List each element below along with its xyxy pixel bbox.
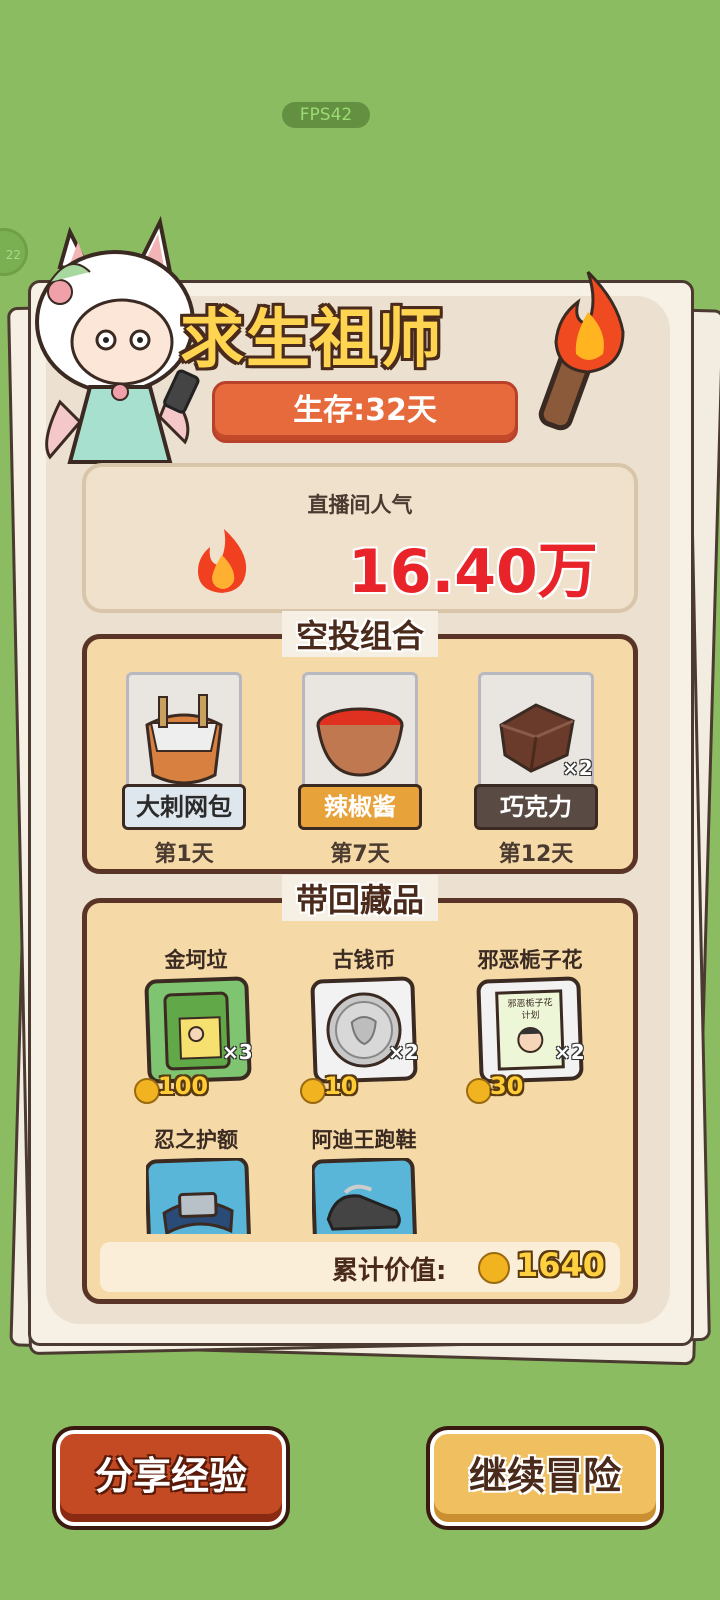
sneaker-icon: [326, 1184, 401, 1231]
collection-item-value: 100: [158, 1072, 209, 1100]
fps-counter: FPS42: [282, 102, 370, 128]
airdrop-day: 第12天: [498, 842, 574, 867]
popularity-panel: 直播间人气 16.40万: [82, 463, 638, 613]
collection-count: ×2: [388, 1040, 419, 1064]
total-value-bar: 累计价值: 1640: [100, 1242, 620, 1292]
fire-icon: [198, 529, 247, 593]
collection-item-name: 古钱币: [332, 948, 396, 972]
collection-item-card[interactable]: [310, 976, 418, 1084]
coin-icon: [134, 1078, 160, 1104]
coin-icon: [466, 1078, 492, 1104]
collection-item-card[interactable]: [146, 1158, 252, 1234]
fertilizer-bag-icon: [163, 991, 231, 1071]
airdrop-day: 第7天: [330, 842, 390, 867]
total-value-label: 累计价值:: [332, 1256, 447, 1286]
popularity-label: 直播间人气: [307, 493, 413, 517]
airdrop-title: 空投组合: [281, 611, 439, 657]
collection-item-name: 邪恶栀子花: [477, 948, 583, 972]
collection-item-name: 忍之护额: [154, 1128, 238, 1152]
collection-item-name: 金坷垃: [164, 948, 228, 972]
airdrop-item-card[interactable]: [302, 672, 418, 798]
collection-item-card[interactable]: [144, 976, 252, 1084]
survival-days-badge: 生存:32天: [212, 381, 518, 443]
net-bag-icon: [145, 694, 223, 785]
collection-count: ×2: [554, 1040, 585, 1064]
collection-title: 带回藏品: [281, 875, 439, 921]
airdrop-item-label: 辣椒酱: [298, 784, 422, 830]
torch-icon: [538, 270, 625, 431]
collection-item-clip: [146, 1158, 256, 1234]
ninja-headband-icon: [162, 1191, 234, 1234]
collection-count: ×3: [222, 1040, 253, 1064]
airdrop-item-card[interactable]: [126, 672, 242, 798]
collection-item-card[interactable]: [312, 1158, 418, 1234]
ancient-coin-icon: [326, 992, 402, 1068]
airdrop-day: 第1天: [154, 842, 214, 867]
chili-sauce-icon: [316, 707, 404, 777]
continue-adventure-button[interactable]: 继续冒险: [430, 1430, 660, 1526]
total-value: 1640: [516, 1246, 606, 1284]
popularity-value: 16.40万: [348, 537, 598, 607]
collection-item-card[interactable]: 邪恶栀子花 计划: [476, 976, 584, 1084]
airdrop-count: ×2: [562, 756, 593, 780]
coin-icon: [300, 1078, 326, 1104]
evil-plan-book-text: 计划: [521, 1010, 540, 1022]
page-title: 求生祖师: [180, 303, 444, 377]
collection-item-value: 30: [490, 1072, 524, 1100]
share-experience-button[interactable]: 分享经验: [56, 1430, 286, 1526]
collection-item-value: 10: [324, 1072, 358, 1100]
airdrop-item-label: 大刺网包: [122, 784, 246, 830]
airdrop-item-label: 巧克力: [474, 784, 598, 830]
collection-item-name: 阿迪王跑鞋: [311, 1128, 417, 1152]
coin-icon: [478, 1252, 510, 1284]
collection-item-clip: [312, 1158, 422, 1234]
